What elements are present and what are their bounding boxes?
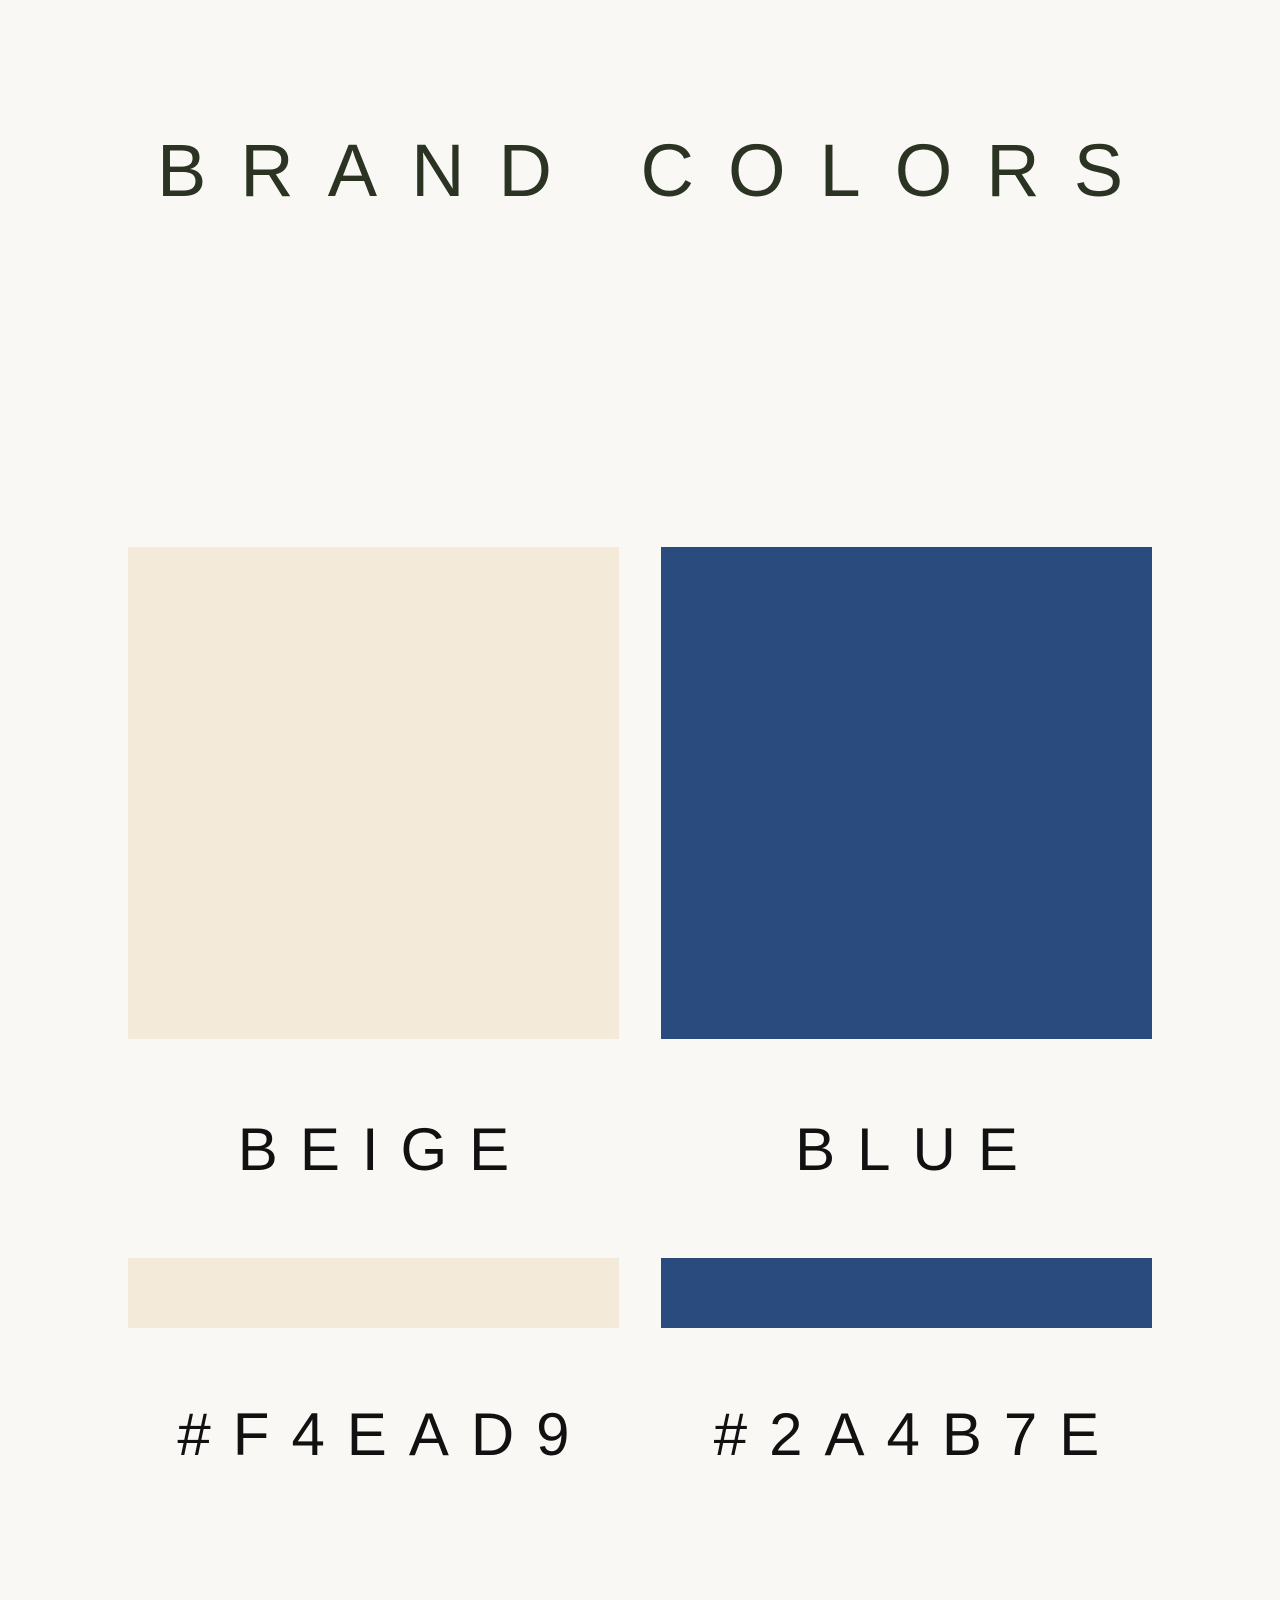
swatch-beige-name: BEIGE (237, 1116, 532, 1183)
swatch-blue-large (661, 547, 1152, 1039)
swatch-blue-hex: #2A4B7E (713, 1401, 1122, 1468)
swatch-beige-large (128, 547, 619, 1039)
swatch-blue-name: BLUE (795, 1116, 1040, 1183)
swatch-beige-hex: #F4EAD9 (177, 1401, 592, 1468)
swatch-beige: BEIGE #F4EAD9 (128, 547, 619, 1468)
swatch-blue: BLUE #2A4B7E (661, 547, 1152, 1468)
swatch-blue-strip (661, 1258, 1152, 1328)
swatch-beige-strip (128, 1258, 619, 1328)
page-title: BRAND COLORS (156, 129, 1158, 212)
